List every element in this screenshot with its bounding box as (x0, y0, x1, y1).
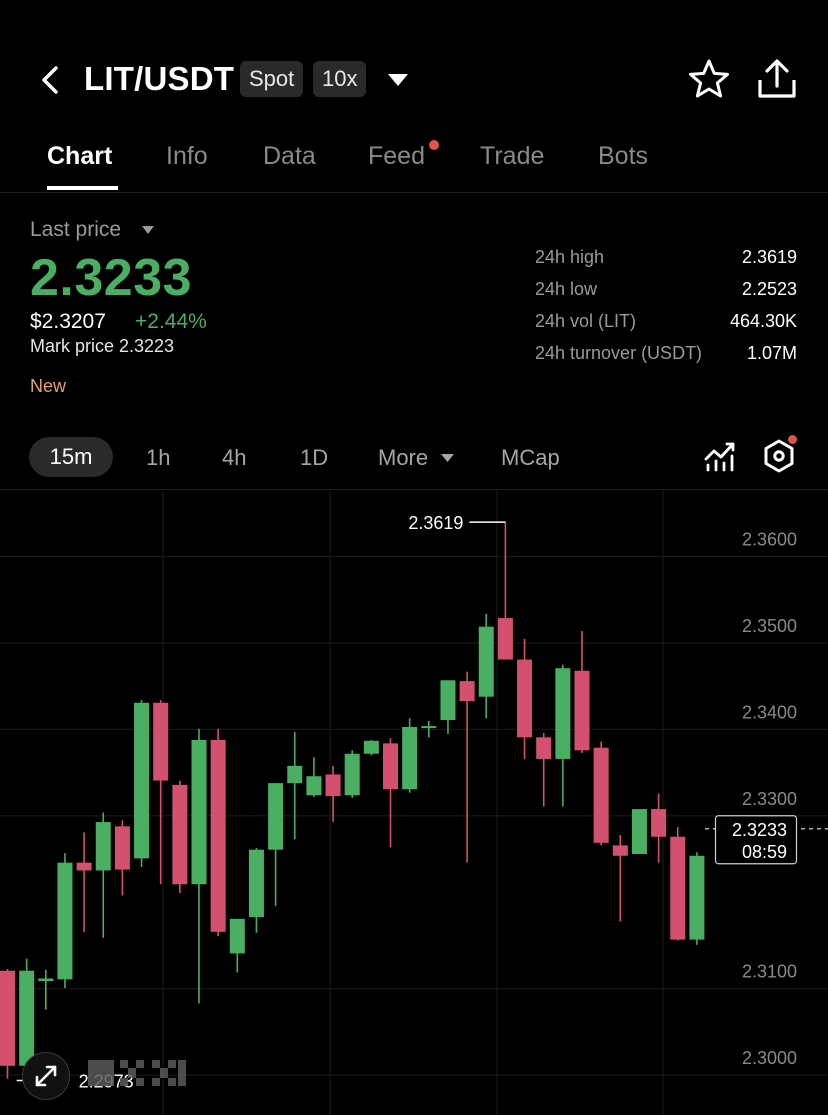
y-axis-tick-label: 2.3000 (742, 1048, 797, 1068)
candle-body (440, 680, 456, 721)
caret-down-icon[interactable] (440, 452, 455, 464)
star-icon[interactable] (688, 58, 730, 100)
tab-chart[interactable]: Chart (47, 142, 112, 171)
price-change-percent: +2.44% (135, 310, 207, 333)
candle-body (612, 845, 628, 856)
market-type-badge: Spot (240, 61, 304, 97)
candle-body (402, 726, 418, 790)
new-tag: New (30, 376, 67, 396)
caret-down-icon[interactable] (141, 224, 155, 236)
current-price-label: 2.3233 (732, 820, 787, 840)
candle-body (689, 855, 705, 940)
fullscreen-button[interactable] (22, 1052, 70, 1100)
candle-body (191, 739, 207, 885)
candle-body (517, 659, 533, 738)
tab-trade[interactable]: Trade (480, 142, 544, 171)
candle-body (497, 618, 513, 660)
y-axis-tick-label: 2.3600 (742, 530, 797, 550)
candle-body (325, 774, 341, 797)
candle-body (593, 747, 609, 843)
candle-body (536, 737, 552, 759)
candle-body (421, 726, 437, 729)
stat-value-24h-turnover: 1.07M (746, 343, 797, 363)
last-price-value: 2.3233 (30, 249, 193, 307)
indicators-icon[interactable] (703, 439, 737, 473)
candlestick-chart[interactable]: 2.3600 2.3500 2.3400 2.3300 2.3100 2.3000 2.36… (0, 490, 828, 1115)
feed-notification-dot (429, 140, 439, 150)
candle-body (287, 765, 303, 784)
candle-body (306, 776, 322, 796)
interval-15m-button[interactable]: 15m (29, 437, 113, 477)
chevron-down-icon[interactable] (386, 70, 410, 90)
candle-body (134, 702, 150, 859)
tab-info[interactable]: Info (166, 142, 208, 171)
interval-more-button[interactable]: More (378, 445, 428, 471)
usd-price: $2.3207 (30, 310, 106, 333)
settings-notification-dot (788, 435, 797, 444)
candle-body (95, 822, 111, 871)
candle-body (114, 826, 130, 870)
y-axis-tick-label: 2.3500 (742, 616, 797, 636)
exchange-logo-watermark (88, 1060, 186, 1086)
candle-body (383, 743, 398, 790)
pair-title[interactable]: LIT/USDT (84, 60, 234, 98)
candle-body (459, 681, 475, 702)
tab-data[interactable]: Data (263, 142, 316, 171)
candle-body (57, 862, 73, 980)
interval-4h-button[interactable]: 4h (222, 445, 246, 471)
stat-label-24h-high: 24h high (535, 247, 605, 267)
candle-body (574, 670, 590, 751)
candle-body (229, 918, 245, 954)
candle-body (651, 809, 667, 837)
interval-1h-button[interactable]: 1h (146, 445, 170, 471)
y-axis-tick-label: 2.3400 (742, 702, 797, 722)
candle-body (670, 836, 686, 940)
tab-feed[interactable]: Feed (368, 142, 425, 171)
candle-body (76, 862, 92, 871)
candle-body (268, 783, 284, 850)
back-arrow-icon[interactable] (34, 62, 66, 98)
mcap-button[interactable]: MCap (501, 445, 560, 471)
candle-body (0, 970, 15, 1066)
candle-body (478, 626, 494, 697)
candle-countdown-label: 08:59 (742, 842, 787, 862)
stat-value-24h-low: 2.2523 (741, 279, 797, 299)
candle-body (248, 849, 264, 918)
expand-icon (35, 1065, 57, 1087)
tab-bots[interactable]: Bots (598, 142, 648, 171)
y-axis-tick-label: 2.3100 (742, 962, 797, 982)
candle-body (153, 702, 169, 781)
stat-label-24h-vol: 24h vol (LIT) (535, 311, 637, 331)
active-tab-indicator (47, 186, 118, 190)
candle-body (631, 809, 647, 855)
last-price-selector[interactable]: Last price (30, 218, 121, 242)
stat-label-24h-turnover: 24h turnover (USDT) (535, 343, 703, 363)
high-price-label: 2.3619 (408, 513, 463, 533)
candle-body (172, 784, 188, 885)
tab-divider (0, 192, 828, 193)
share-icon[interactable] (754, 56, 800, 102)
interval-1d-button[interactable]: 1D (300, 445, 328, 471)
leverage-badge: 10x (313, 61, 367, 97)
stat-value-24h-high: 2.3619 (741, 247, 797, 267)
candle-body (38, 978, 54, 982)
candle-body (344, 753, 360, 796)
candle-body (210, 739, 226, 932)
candle-body (19, 970, 35, 1066)
candle-body (555, 668, 571, 759)
candle-body (363, 740, 379, 754)
mark-price: Mark price 2.3223 (30, 336, 175, 356)
y-axis-tick-label: 2.3300 (742, 789, 797, 809)
stat-label-24h-low: 24h low (535, 279, 598, 299)
stat-value-24h-vol: 464.30K (729, 311, 797, 331)
